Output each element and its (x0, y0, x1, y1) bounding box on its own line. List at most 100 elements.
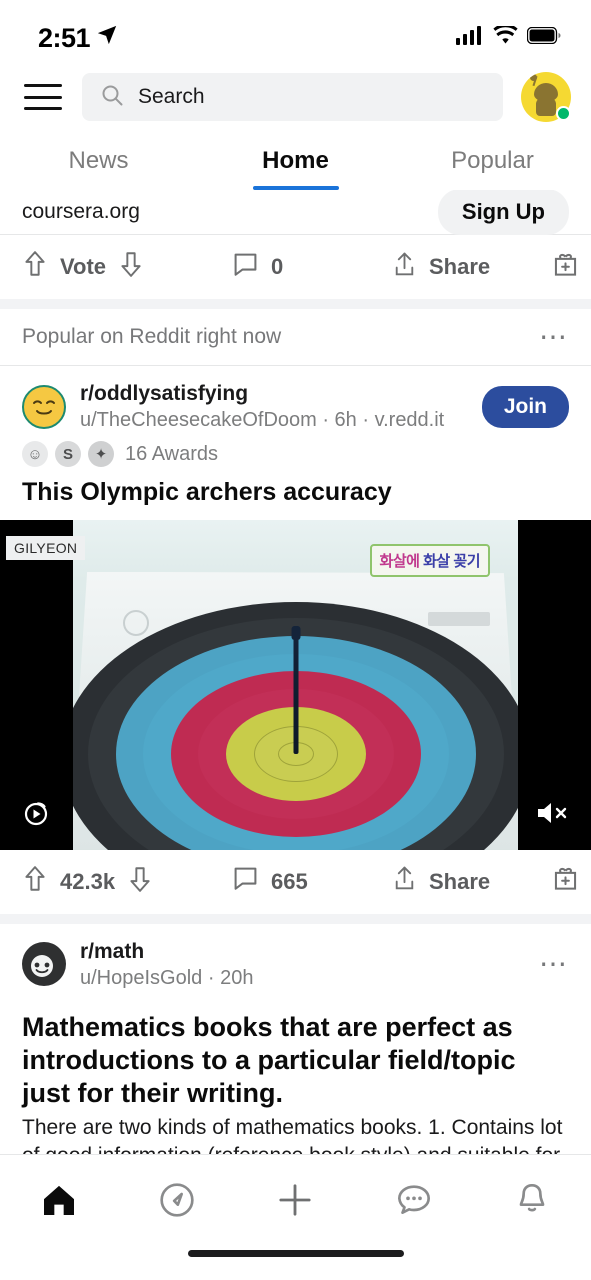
feed-tabs: News Home Popular (0, 132, 591, 190)
app-header: Search (0, 62, 591, 132)
relieved-face-emoji-avatar[interactable] (22, 384, 66, 429)
post-action-bar: 42.3k 665 Share (0, 850, 591, 914)
feed-separator (0, 913, 591, 924)
reddit-mobile-app: 2:51 Search News Home Popular coursera.o… (0, 0, 591, 1280)
join-button[interactable]: Join (481, 385, 569, 428)
share-icon[interactable] (392, 251, 417, 284)
video-frame: 화살에 화살 꽂기 (73, 519, 518, 850)
post-action-bar: Vote 0 Share Award (0, 235, 591, 299)
plus-icon (275, 1180, 315, 1225)
post-header-text: r/oddlysatisfying u/TheCheesecakeOfDoom … (80, 380, 468, 433)
compass-icon (157, 1180, 197, 1225)
award-group[interactable]: Award (552, 865, 591, 898)
share-label: Share (429, 868, 491, 894)
post-oddlysatisfying[interactable]: r/oddlysatisfying u/TheCheesecakeOfDoom … (0, 366, 591, 914)
award-badge-silver: S (55, 441, 81, 468)
chat-bubble-icon (394, 1180, 434, 1225)
user-avatar-snoo[interactable] (521, 72, 571, 122)
post-header: r/math u/HopeIsGold · 20h ⋯ (0, 924, 591, 997)
home-indicator[interactable] (187, 1250, 404, 1257)
tab-home-label: Home (262, 147, 329, 174)
comments-group[interactable]: 0 (232, 251, 392, 284)
comment-bubble-icon[interactable] (232, 251, 259, 284)
downvote-arrow-icon[interactable] (127, 865, 153, 899)
award-badge-silly: ☺ (22, 441, 48, 468)
more-options-icon[interactable]: ⋯ (539, 950, 569, 978)
upvote-arrow-icon[interactable] (22, 865, 48, 899)
subreddit-name[interactable]: r/math (80, 938, 525, 965)
downvote-arrow-icon[interactable] (118, 250, 144, 284)
post-video-player[interactable]: 화살에 화살 꽂기 GILYEON (0, 519, 591, 850)
award-gift-icon[interactable] (552, 865, 579, 898)
online-status-dot (556, 106, 571, 121)
vote-count: 42.3k (60, 868, 116, 894)
video-overlay-text-blue: 화살 꽂기 (423, 552, 480, 570)
status-bar: 2:51 (0, 0, 591, 62)
post-title[interactable]: Mathematics books that are perfect as in… (0, 997, 591, 1112)
subreddit-name[interactable]: r/oddlysatisfying (80, 380, 468, 407)
location-arrow-icon (96, 22, 118, 53)
status-bar-right (456, 24, 561, 50)
post-header: r/oddlysatisfying u/TheCheesecakeOfDoom … (0, 366, 591, 439)
awards-row[interactable]: ☺ S ✦ 16 Awards (0, 439, 591, 471)
post-header-text: r/math u/HopeIsGold · 20h (80, 938, 525, 991)
upvote-arrow-icon[interactable] (22, 250, 48, 284)
search-icon (100, 83, 124, 112)
vote-group[interactable]: 42.3k (22, 865, 232, 899)
bottom-navigation (0, 1154, 591, 1250)
cellular-signal-icon (456, 26, 484, 50)
nav-chat[interactable] (374, 1173, 454, 1233)
bell-icon (512, 1180, 552, 1225)
more-options-icon[interactable]: ⋯ (539, 323, 569, 351)
awards-count: 16 Awards (125, 442, 219, 465)
wifi-icon (493, 24, 518, 50)
vote-label: Vote (60, 254, 107, 279)
nav-home[interactable] (19, 1173, 99, 1233)
tab-home[interactable]: Home (197, 132, 394, 190)
comment-bubble-icon[interactable] (232, 865, 259, 898)
post-title[interactable]: This Olympic archers accuracy (0, 471, 591, 520)
vote-group[interactable]: Vote (22, 250, 232, 284)
arrow-shaft (293, 629, 298, 754)
award-gift-icon[interactable] (552, 251, 579, 284)
hamburger-menu-icon[interactable] (22, 81, 64, 113)
award-badge-helpful: ✦ (88, 441, 114, 468)
nav-discover[interactable] (137, 1173, 217, 1233)
share-label: Share (429, 254, 491, 279)
post-domain: coursera.org (22, 200, 140, 223)
post-math[interactable]: r/math u/HopeIsGold · 20h ⋯ Mathematics … (0, 924, 591, 1154)
target-mark-right (428, 611, 490, 626)
snoo-dark-avatar[interactable] (22, 942, 66, 987)
search-placeholder: Search (138, 85, 205, 108)
status-bar-left: 2:51 (38, 23, 118, 54)
battery-full-icon (526, 26, 561, 49)
tab-popular-label: Popular (451, 147, 534, 174)
share-group[interactable]: Share (392, 865, 552, 898)
search-input[interactable]: Search (82, 73, 503, 121)
sign-up-button[interactable]: Sign Up (437, 190, 569, 235)
home-icon (39, 1180, 79, 1225)
comment-count: 665 (271, 868, 308, 894)
share-icon[interactable] (392, 865, 417, 898)
video-overlay-text-pink: 화살에 (379, 552, 420, 570)
target-logo-left (123, 609, 149, 636)
nav-notifications[interactable] (492, 1173, 572, 1233)
partial-post-footer[interactable]: coursera.org Sign Up (0, 190, 591, 235)
award-group[interactable]: Award (552, 251, 591, 284)
replay-play-icon[interactable] (22, 798, 52, 828)
post-body-text[interactable]: There are two kinds of mathematics books… (0, 1112, 591, 1154)
home-indicator-area (0, 1250, 591, 1280)
speaker-muted-icon[interactable] (535, 798, 569, 828)
post-meta: u/TheCheesecakeOfDoom · 6h · v.redd.it (80, 409, 445, 432)
share-group[interactable]: Share (392, 251, 552, 284)
feed-separator (0, 299, 591, 309)
section-header: Popular on Reddit right now ⋯ (0, 309, 591, 365)
arrow-nock (291, 625, 300, 640)
video-watermark: GILYEON (6, 535, 86, 560)
comments-group[interactable]: 665 (232, 865, 392, 898)
tab-popular[interactable]: Popular (394, 132, 591, 190)
post-feed[interactable]: coursera.org Sign Up Vote 0 Share Popula… (0, 190, 591, 1154)
tab-news[interactable]: News (0, 132, 197, 190)
nav-create[interactable] (255, 1173, 335, 1233)
section-title: Popular on Reddit right now (22, 325, 282, 348)
